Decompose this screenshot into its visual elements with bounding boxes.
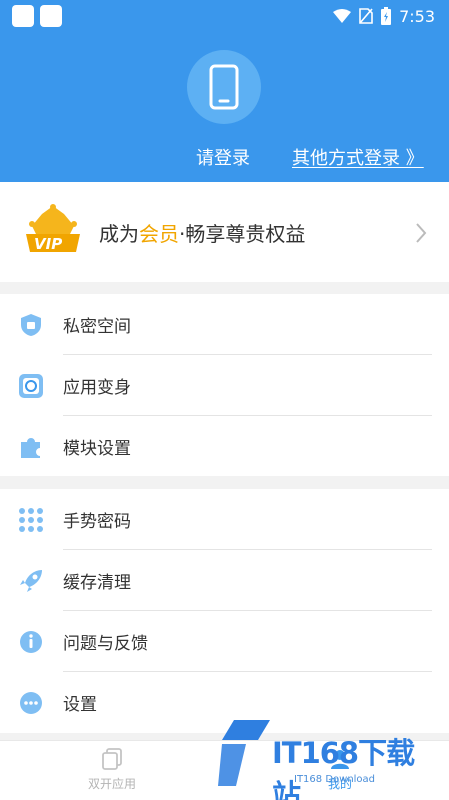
info-icon: [20, 631, 42, 653]
svg-text:VIP: VIP: [34, 235, 62, 253]
chevron-right-icon: [416, 223, 427, 243]
vip-crown-icon: VIP: [26, 204, 80, 253]
vip-text-before: 成为: [99, 222, 139, 246]
menu-item-private-space[interactable]: 私密空间: [0, 294, 449, 355]
menu-item-gesture-password[interactable]: 手势密码: [0, 489, 449, 550]
status-time: 7:53: [399, 6, 435, 26]
rocket-icon: [20, 570, 42, 592]
vip-promo-text: 成为会员·畅享尊贵权益: [99, 218, 305, 247]
menu-item-label: 缓存清理: [63, 573, 131, 593]
watermark-sub: IT168 Download: [294, 774, 376, 785]
it168-logo-icon: [218, 720, 270, 786]
menu-item-module-settings[interactable]: 模块设置: [0, 416, 449, 477]
other-login-link[interactable]: 其他方式登录 》: [292, 144, 424, 170]
vip-text-highlight: 会员: [139, 222, 179, 246]
menu-item-label: 手势密码: [63, 512, 131, 532]
menu-item-feedback[interactable]: 问题与反馈: [0, 611, 449, 672]
menu-item-label: 设置: [63, 695, 97, 715]
menu-item-app-disguise[interactable]: 应用变身: [0, 355, 449, 416]
watermark: IT168下载站 IT168 Download: [216, 716, 442, 800]
app-square-icon: [12, 5, 34, 27]
watermark-brand: IT168下载站: [272, 736, 415, 800]
battery-charging-icon: [381, 7, 392, 25]
no-sim-icon: [359, 8, 373, 24]
phone-icon: [209, 64, 239, 110]
menu-item-cache-clean[interactable]: 缓存清理: [0, 550, 449, 611]
app-disguise-icon: [19, 374, 43, 398]
gesture-grid-icon: [19, 508, 43, 532]
avatar[interactable]: [187, 50, 261, 124]
settings-dots-icon: [20, 692, 42, 714]
tab-label: 双开应用: [87, 777, 136, 791]
status-bar: 7:53: [0, 0, 449, 32]
menu-item-label: 模块设置: [63, 439, 131, 459]
vip-text-after: ·畅享尊贵权益: [179, 222, 306, 246]
login-button[interactable]: 请登录: [196, 144, 250, 170]
puzzle-icon: [21, 438, 40, 458]
header: 7:53 请登录 其他方式登录 》: [0, 0, 449, 182]
app-square-icon: [40, 5, 62, 27]
tab-dual-apps[interactable]: 双开应用: [62, 741, 162, 800]
menu-item-label: 问题与反馈: [63, 634, 148, 654]
vip-banner[interactable]: VIP 成为会员·畅享尊贵权益: [0, 182, 449, 282]
wifi-icon: [333, 9, 352, 23]
dual-app-icon: [102, 748, 122, 770]
menu-item-label: 私密空间: [63, 317, 131, 337]
menu-item-label: 应用变身: [63, 378, 131, 398]
menu-group-2: 手势密码 缓存清理 问题与反馈 设置: [0, 489, 449, 733]
private-space-icon: [21, 314, 41, 336]
menu-group-1: 私密空间 应用变身 模块设置: [0, 294, 449, 476]
